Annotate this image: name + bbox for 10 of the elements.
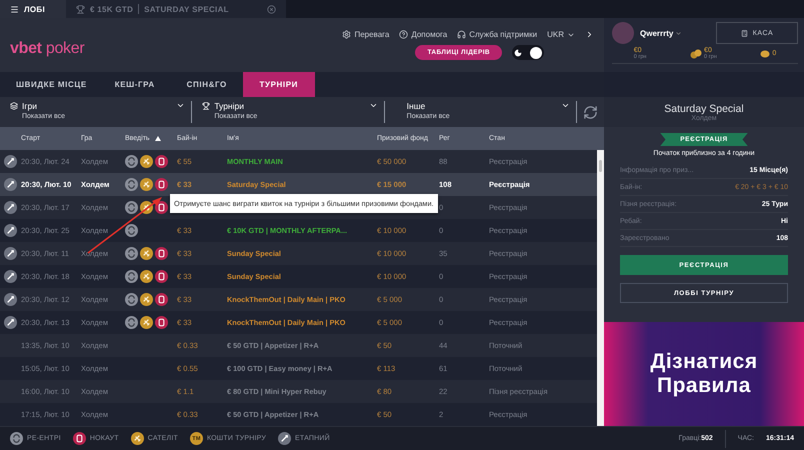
filter-label: Ігри (22, 101, 37, 111)
link-label: Допомога (411, 30, 448, 39)
filter-label: Турніри (214, 101, 244, 111)
banner-text: Дізнатися Правила (649, 350, 759, 398)
filter-label: Інше (406, 101, 426, 111)
tab-label: € 15K GTD (90, 4, 134, 14)
tab-label: SATURDAY SPECIAL (144, 4, 229, 14)
tab-label: ЛОБІ (24, 4, 46, 14)
link-label: Перевага (354, 30, 390, 39)
tournament-title: Saturday Special (664, 102, 744, 114)
